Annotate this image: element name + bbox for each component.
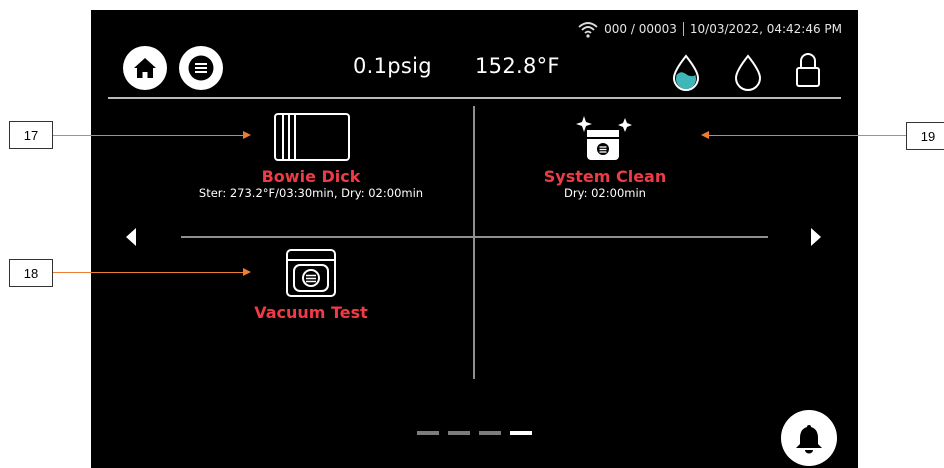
cycle-name: Vacuum Test	[254, 303, 368, 322]
datetime: 10/03/2022, 04:42:46 PM	[689, 22, 842, 36]
page-indicator	[417, 431, 532, 435]
vacuum-chamber-icon	[286, 249, 336, 297]
page-dot[interactable]	[448, 431, 470, 435]
cycle-name: Bowie Dick	[261, 167, 361, 186]
grid-vertical-divider	[473, 106, 475, 379]
cycle-system-clean[interactable]: System Clean Dry: 02:00min	[505, 114, 705, 200]
callout-leader	[53, 272, 245, 273]
cycle-bowie-dick[interactable]: Bowie Dick Ster: 273.2°F/03:30min, Dry: …	[161, 112, 461, 200]
menu-button[interactable]	[179, 46, 223, 90]
bowie-dick-pack-icon	[274, 113, 350, 161]
system-clean-sparkle-icon	[576, 116, 632, 160]
cycle-detail: Ster: 273.2°F/03:30min, Dry: 02:00min	[198, 186, 424, 200]
page-dot[interactable]	[417, 431, 439, 435]
cycle-detail: Dry: 02:00min	[564, 186, 646, 200]
cycle-counter: 000 / 00003	[604, 22, 677, 36]
water-empty-icon	[734, 54, 762, 91]
callout-arrowhead	[243, 268, 251, 276]
pressure-reading: 0.1psig	[353, 54, 432, 78]
callout-label: 17	[9, 121, 53, 149]
status-divider	[682, 22, 684, 36]
bell-icon	[796, 425, 822, 454]
grid-horizontal-divider	[181, 236, 768, 238]
cycle-vacuum-test[interactable]: Vacuum Test	[211, 248, 411, 322]
wifi-icon	[578, 22, 598, 38]
callout-arrowhead	[701, 131, 709, 139]
home-icon	[134, 58, 156, 78]
callout-label: 19	[906, 122, 944, 150]
page-dot-active[interactable]	[510, 431, 532, 435]
callout-leader	[53, 135, 245, 136]
callout-label: 18	[9, 259, 53, 287]
callout-leader	[709, 135, 906, 136]
menu-icon	[188, 55, 214, 81]
autoclave-screen: 000 / 00003 10/03/2022, 04:42:46 PM 0.1p…	[91, 10, 858, 468]
chevron-left-icon[interactable]	[124, 227, 138, 247]
header-divider	[108, 97, 841, 99]
callout-arrowhead	[243, 131, 251, 139]
water-full-icon	[672, 54, 700, 91]
page-dot[interactable]	[479, 431, 501, 435]
lock-icon[interactable]	[793, 50, 823, 90]
alarm-button[interactable]	[781, 410, 837, 466]
home-button[interactable]	[123, 46, 167, 90]
chevron-right-icon[interactable]	[809, 227, 823, 247]
temperature-reading: 152.8°F	[475, 54, 560, 78]
cycle-name: System Clean	[543, 167, 667, 186]
status-bar: 000 / 00003 10/03/2022, 04:42:46 PM	[578, 20, 842, 38]
